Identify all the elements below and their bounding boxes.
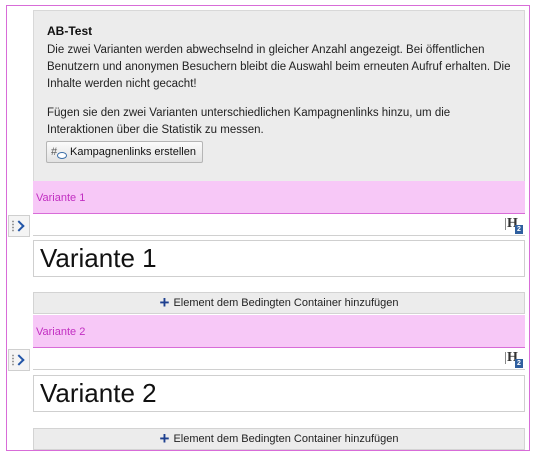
ab-test-title: AB-Test xyxy=(47,24,93,38)
variant-1-header: Variante 1 xyxy=(33,181,525,214)
variant-2-header: Variante 2 xyxy=(33,315,525,348)
campaign-link-icon: # xyxy=(51,145,67,159)
variant-2-heading[interactable]: Variante 2 xyxy=(33,375,525,412)
plus-icon: + xyxy=(159,429,170,448)
chevron-right-icon xyxy=(13,220,25,232)
variant-1-toolbar: H 2 xyxy=(33,214,525,236)
variant-1-header-label: Variante 1 xyxy=(36,192,86,204)
variant-1-heading[interactable]: Variante 1 xyxy=(33,240,525,277)
ab-test-info-box: AB-Test Die zwei Varianten werden abwech… xyxy=(33,10,525,182)
heading-level-badge: 2 xyxy=(515,359,523,368)
ab-test-hint: Fügen sie den zwei Varianten unterschied… xyxy=(47,107,451,136)
variant-1-drag-handle[interactable] xyxy=(8,215,30,237)
variant-2-header-label: Variante 2 xyxy=(36,326,86,338)
variant-1-add-element-label: Element dem Bedingten Container hinzufüg… xyxy=(173,297,399,309)
variant-2-add-element-button[interactable]: + Element dem Bedingten Container hinzuf… xyxy=(33,428,525,450)
create-campaign-links-label: Kampagnenlinks erstellen xyxy=(70,146,196,158)
variant-1-add-element-button[interactable]: + Element dem Bedingten Container hinzuf… xyxy=(33,292,525,314)
heading-icon[interactable]: H 2 xyxy=(505,350,523,368)
variant-2-add-element-label: Element dem Bedingten Container hinzufüg… xyxy=(173,433,399,445)
heading-icon[interactable]: H 2 xyxy=(505,216,523,234)
variant-2-toolbar: H 2 xyxy=(33,348,525,370)
chevron-right-icon xyxy=(13,354,25,366)
plus-icon: + xyxy=(159,293,170,312)
create-campaign-links-button[interactable]: # Kampagnenlinks erstellen xyxy=(46,141,203,163)
heading-level-badge: 2 xyxy=(515,225,523,234)
variant-2-drag-handle[interactable] xyxy=(8,349,30,371)
ab-test-description: Die zwei Varianten werden abwechselnd in… xyxy=(47,44,511,90)
